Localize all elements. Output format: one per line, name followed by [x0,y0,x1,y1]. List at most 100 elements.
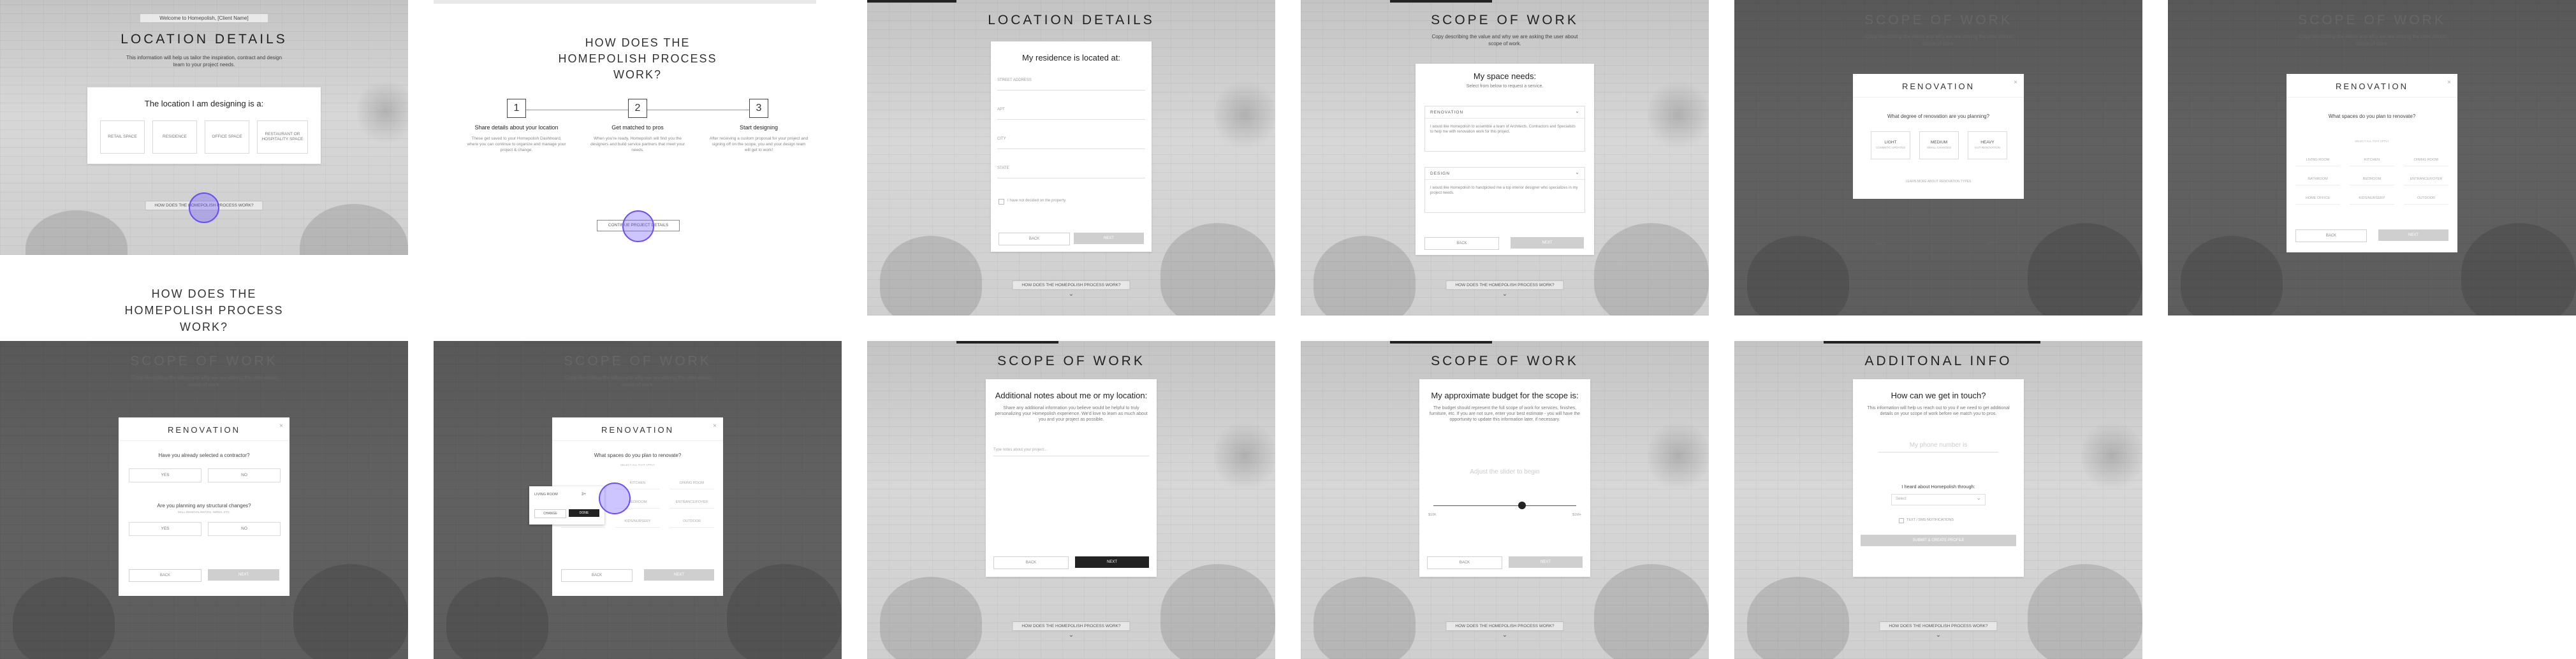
city-field[interactable]: CITY [997,137,1145,149]
space-entrance[interactable]: ENTRANCE/FOYER [670,500,714,509]
undecided-label: I have not decided on the property. [1007,199,1067,203]
design-option[interactable]: DESIGN ⌄ I would like Homepolish to hand… [1424,167,1585,213]
divider [119,440,289,441]
space-dining-room[interactable]: DINING ROOM [670,481,714,489]
next-button[interactable]: NEXT [1509,556,1583,568]
renovation-option[interactable]: RENOVATION ⌄ I would like Homepolish to … [1424,106,1585,152]
popover-change[interactable]: CHANGE [534,509,566,518]
back-button[interactable]: BACK [1424,237,1499,250]
back-button[interactable]: BACK [1427,556,1502,569]
back-button-dim[interactable]: BACK [1876,242,1886,246]
close-icon[interactable]: × [713,423,717,430]
next-button[interactable]: NEXT [644,569,714,581]
how-it-works-link[interactable]: HOW DOES THE HOMEPOLISH PROCESS WORK? [1879,621,1998,631]
progress-bar [434,0,816,4]
apt-field[interactable]: APT [997,108,1145,120]
renovation-modal: RENOVATION × What degree of renovation a… [1853,74,2024,199]
close-icon[interactable]: × [279,423,283,430]
back-button[interactable]: BACK [999,233,1070,245]
page-title: SCOPE OF WORK [564,354,712,368]
option-heavy[interactable]: HEAVY GUT RENOVATION [1968,131,2007,159]
option-sub: SMALL CHANGES [1926,146,1952,149]
next-button-dim[interactable]: NEXT [1987,242,1997,246]
popover-done[interactable]: DONE [569,509,599,517]
step-3: 3 Start designing After receiving a cust… [701,99,816,153]
step-number: 2 [628,99,647,118]
space-kids[interactable]: KIDS/NURSERY [2350,196,2394,205]
chevron-down-icon: ⌄ [1575,170,1579,175]
submit-button[interactable]: SUBMIT & CREATE PROFILE [1861,535,2016,546]
space-kids[interactable]: KIDS/NURSERY [615,519,660,528]
space-dining-room[interactable]: DINING ROOM [2404,158,2448,166]
option-retail[interactable]: RETAIL SPACE [100,120,145,154]
undecided-checkbox[interactable] [999,199,1004,205]
how-it-works-link[interactable]: HOW DOES THE HOMEPOLISH PROCESS WORK? [1445,280,1564,290]
sms-checkbox[interactable] [1899,518,1904,523]
structural-yes[interactable]: YES [129,522,201,536]
contractor-yes[interactable]: YES [129,468,201,482]
contractor-no[interactable]: NO [208,468,281,482]
structural-no[interactable]: NO [208,522,281,536]
tap-indicator [622,210,654,242]
learn-more-link[interactable]: LEARN MORE ABOUT RENOVATION TYPES [1853,180,2024,184]
option-restaurant[interactable]: RESTAURANT OR HOSPITALITY SPACE [257,120,308,154]
space-living-room[interactable]: LIVING ROOM [2295,158,2340,166]
option-light[interactable]: LIGHT COSMETIC UPDATES [1871,131,1910,159]
space-kitchen[interactable]: KITCHEN [2350,158,2394,166]
renovation-label: RENOVATION [1430,110,1464,115]
how-it-works-link[interactable]: HOW DOES THE HOMEPOLISH PROCESS WORK? [1012,280,1131,290]
space-outdoor[interactable]: OUTDOOR [2404,196,2448,205]
back-button[interactable]: BACK [993,556,1069,569]
card-title: The location I am designing is a: [144,99,264,108]
back-button[interactable]: BACK [561,569,633,582]
panel-renovation-degree: SCOPE OF WORK Copy describing the value … [1734,0,2142,315]
option-medium[interactable]: MEDIUM SMALL CHANGES [1919,131,1959,159]
heard-select[interactable]: Select ⌄ [1891,494,1986,505]
divider [1853,97,2024,98]
page-title: SCOPE OF WORK [1431,354,1579,368]
street-address-field[interactable]: STREET ADDRESS [997,78,1145,91]
state-field[interactable]: STATE [997,166,1145,178]
progress-bar [1390,0,1492,3]
close-icon[interactable]: × [2014,79,2017,86]
next-button[interactable]: NEXT [2378,229,2448,241]
panel-location-address: LOCATION DETAILS My residence is located… [867,0,1275,315]
notes-textarea[interactable]: Type notes about your project... [993,448,1149,456]
chevron-down-icon: ⌄ [1575,108,1579,114]
next-button[interactable]: NEXT [1075,556,1149,568]
option-office[interactable]: OFFICE SPACE [205,120,249,154]
back-button[interactable]: BACK [129,569,201,582]
how-it-works-link[interactable]: HOW DOES THE HOMEPOLISH PROCESS WORK? [1012,621,1131,631]
card-subtitle: Select from below to request a service. [1466,84,1544,89]
welcome-banner: Welcome to Homepolish, [Client Name] [140,14,268,22]
page-title: LOCATION DETAILS [121,32,288,47]
back-button[interactable]: BACK [2295,229,2367,242]
space-outdoor[interactable]: OUTDOOR [670,519,714,528]
below-title-holder: HOW DOES THE HOMEPOLISH PROCESS WORK? [0,255,408,340]
page-subtitle: Copy describing the value and why we are… [2299,34,2445,47]
page-title: LOCATION DETAILS [988,13,1155,27]
space-bathroom[interactable]: BATHROOM [2295,177,2340,185]
option-residence[interactable]: RESIDENCE [152,120,197,154]
step-2: 2 Get matched to pros When you're ready,… [580,99,695,153]
divider [552,440,723,441]
space-home-office[interactable]: HOME OFFICE [2295,196,2340,205]
chevron-down-icon: ⌄ [1068,291,1074,298]
next-button[interactable]: NEXT [1074,233,1144,244]
chevron-down-icon: ⌄ [1502,291,1508,298]
next-button[interactable]: NEXT [208,569,279,581]
page-subtitle: Copy describing the value and why we are… [1865,34,2012,47]
slider-handle[interactable] [1518,502,1526,509]
page-subtitle: This information will help us tailor the… [126,55,282,68]
slider-max: $1M+ [1572,513,1581,517]
space-entrance[interactable]: ENTRANCE/FOYER [2404,177,2448,185]
how-it-works-link[interactable]: HOW DOES THE HOMEPOLISH PROCESS WORK? [1445,621,1564,631]
close-icon[interactable]: × [2447,79,2451,86]
option-label: LIGHT [1884,140,1897,145]
step-title: Share details about your location [474,124,559,131]
phone-input[interactable]: My phone number is [1878,442,1998,453]
budget-slider[interactable] [1433,502,1576,509]
slider-min: $10K [1428,513,1437,517]
next-button[interactable]: NEXT [1511,237,1584,249]
space-bedroom[interactable]: BEDROOM [2350,177,2394,185]
